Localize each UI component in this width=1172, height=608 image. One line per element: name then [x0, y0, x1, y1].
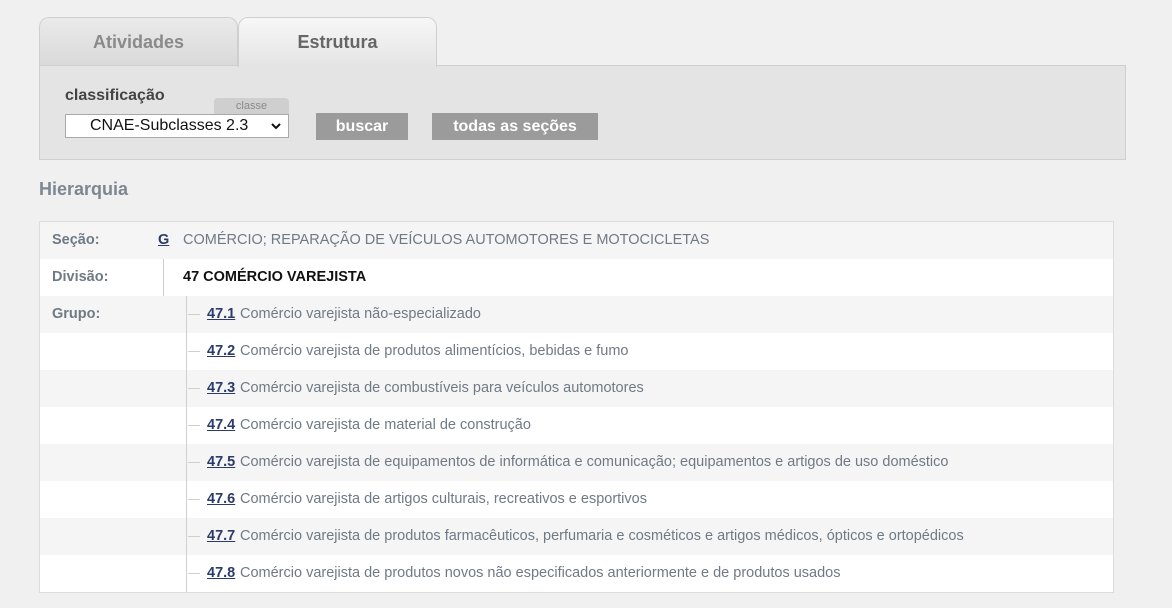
grupo-description: Comércio varejista de combustíveis para … — [240, 380, 644, 396]
tree-connector — [188, 314, 200, 315]
divisao-row: Divisão: 47 COMÉRCIO VAREJISTA — [40, 259, 1113, 296]
secao-row: Seção: G COMÉRCIO; REPARAÇÃO DE VEÍCULOS… — [40, 222, 1113, 259]
grupo-row: 47.2 Comércio varejista de produtos alim… — [40, 333, 1113, 370]
grupo-description: Comércio varejista de artigos culturais,… — [240, 491, 647, 507]
grupo-code-link[interactable]: 47.4 — [207, 407, 235, 444]
secao-code-link[interactable]: G — [158, 222, 169, 259]
page: Atividades Estrutura classificação class… — [0, 0, 1172, 608]
tree-line-divisao — [163, 259, 164, 296]
tree-connector — [188, 462, 200, 463]
divisao-text: 47 COMÉRCIO VAREJISTA — [183, 269, 367, 285]
grupo-row: Grupo: 47.1 Comércio varejista não-espec… — [40, 296, 1113, 333]
divisao-label: Divisão: — [52, 269, 109, 285]
tree-connector — [188, 536, 200, 537]
chevron-down-icon — [271, 123, 281, 130]
tab-bar: Atividades Estrutura — [39, 17, 439, 67]
grupo-code-link[interactable]: 47.3 — [207, 370, 235, 407]
grupo-code-link[interactable]: 47.6 — [207, 481, 235, 518]
grupo-row: 47.3 Comércio varejista de combustíveis … — [40, 370, 1113, 407]
grupo-row: 47.7 Comércio varejista de produtos farm… — [40, 518, 1113, 555]
grupo-code-link[interactable]: 47.8 — [207, 555, 235, 592]
tree-line-grupos — [186, 296, 187, 592]
search-panel: classificação classe CNAE-Subclasses 2.3… — [39, 65, 1126, 160]
secao-description: COMÉRCIO; REPARAÇÃO DE VEÍCULOS AUTOMOTO… — [183, 232, 710, 248]
tree-connector — [188, 351, 200, 352]
grupo-description: Comércio varejista de produtos alimentíc… — [240, 343, 629, 359]
tree-connector — [188, 499, 200, 500]
secao-label: Seção: — [52, 232, 100, 248]
grupo-row: 47.6 Comércio varejista de artigos cultu… — [40, 481, 1113, 518]
classe-badge: classe — [214, 98, 289, 114]
grupo-description: Comércio varejista de equipamentos de in… — [240, 454, 949, 470]
buscar-button[interactable]: buscar — [316, 113, 408, 140]
tree-connector — [188, 388, 200, 389]
grupo-label: Grupo: — [52, 306, 101, 322]
grupo-row: 47.5 Comércio varejista de equipamentos … — [40, 444, 1113, 481]
grupo-code-link[interactable]: 47.5 — [207, 444, 235, 481]
hierarchy-table: Seção: G COMÉRCIO; REPARAÇÃO DE VEÍCULOS… — [39, 221, 1114, 593]
grupo-description: Comércio varejista de material de constr… — [240, 417, 531, 433]
classification-label: classificação — [65, 87, 165, 104]
tab-estrutura[interactable]: Estrutura — [238, 17, 437, 67]
classification-select-value: CNAE-Subclasses 2.3 — [90, 117, 249, 134]
grupo-description: Comércio varejista não-especializado — [240, 306, 481, 322]
classification-select[interactable]: CNAE-Subclasses 2.3 — [65, 114, 289, 138]
tree-connector — [188, 425, 200, 426]
todas-secoes-button[interactable]: todas as seções — [432, 113, 598, 140]
tab-atividades[interactable]: Atividades — [39, 17, 238, 66]
grupo-row: 47.8 Comércio varejista de produtos novo… — [40, 555, 1113, 592]
hierarchy-title: Hierarquia — [39, 179, 129, 199]
tree-connector — [188, 573, 200, 574]
grupo-code-link[interactable]: 47.1 — [207, 296, 235, 333]
grupo-code-link[interactable]: 47.7 — [207, 518, 235, 555]
grupo-description: Comércio varejista de produtos novos não… — [240, 565, 841, 581]
grupo-description: Comércio varejista de produtos farmacêut… — [240, 528, 964, 544]
grupo-row: 47.4 Comércio varejista de material de c… — [40, 407, 1113, 444]
grupo-code-link[interactable]: 47.2 — [207, 333, 235, 370]
